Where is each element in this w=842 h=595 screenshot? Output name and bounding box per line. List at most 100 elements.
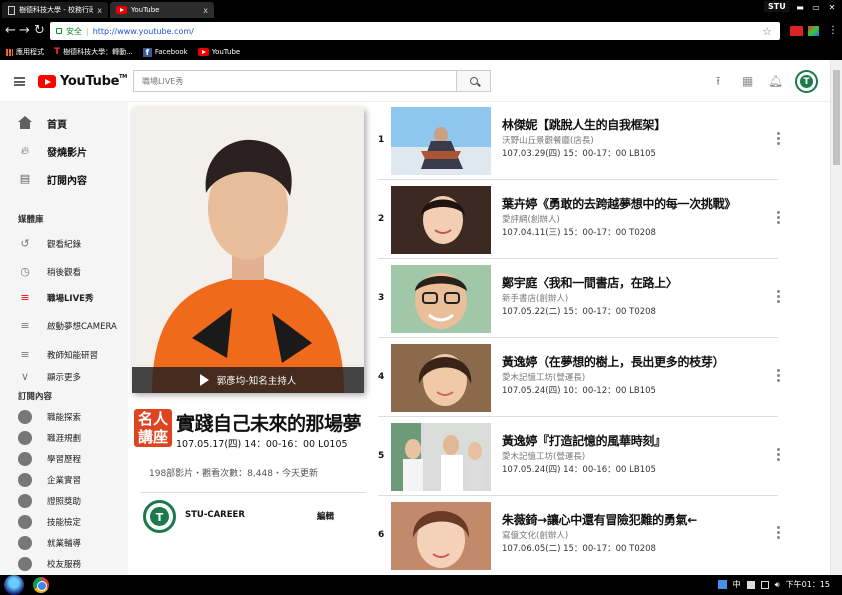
browser-menu-icon[interactable]: ⋮ (828, 26, 838, 36)
search-button[interactable] (456, 70, 491, 92)
youtube-logo[interactable]: YouTubeTM (38, 74, 127, 89)
edit-playlist-button[interactable]: 編輯 (317, 510, 334, 522)
back-arrow-icon[interactable]: ← (5, 22, 16, 40)
playlist-video-item[interactable]: 1 林傑妮【跳脫人生的自我框架】 沃野山丘景觀餐廳(店長) 107.03.29(… (370, 102, 780, 180)
tab-close-icon[interactable]: x (97, 6, 102, 15)
channel-avatar-icon: ◉ (18, 431, 32, 445)
address-bar[interactable]: 安全 | http://www.youtube.com/ ☆ (50, 22, 780, 40)
video-title[interactable]: 鄭宇庭〈我和一間書店，在路上〉 (502, 274, 678, 291)
page-scrollbar[interactable] (830, 60, 842, 575)
bookmark-star-icon[interactable]: ☆ (762, 25, 772, 38)
url-text: http://www.youtube.com/ (92, 26, 194, 36)
apps-grid-icon[interactable]: ▦ (742, 74, 753, 88)
divider (378, 416, 778, 417)
tab-close-icon[interactable]: x (203, 6, 208, 15)
sidebar-subscription-item[interactable]: ⚙ 學習歷程 (0, 448, 128, 470)
playlist-video-item[interactable]: 4 黃逸婷（在夢想的樹上，長出更多的枝芽） 愛木記憶工坊(營運長) 107.05… (370, 339, 780, 417)
bookmark-label: 應用程式 (16, 48, 44, 56)
sidebar-subscription-item[interactable]: ◎ 職能探索 (0, 406, 128, 428)
more-options-icon[interactable] (777, 290, 781, 306)
notifications-bell-icon[interactable]: 🔔︎ (768, 74, 783, 88)
playlist-hero-thumbnail[interactable]: 郭彥均-知名主持人 (132, 108, 364, 393)
gmail-extension-icon[interactable] (790, 26, 803, 36)
sidebar-item-label: 證照獎助 (47, 497, 82, 507)
sidebar-item-watch-later[interactable]: ◷ 稍後觀看 (0, 261, 128, 283)
sidebar-item-label: 就業輔導 (47, 539, 82, 549)
more-options-icon[interactable] (777, 132, 781, 148)
browser-tab-strip: 樹德科技大學 - 校務行政 x YouTube x STU ▬ ▭ ✕ (0, 0, 842, 18)
sidebar-item-playlist-camera[interactable]: ≡ 啟動夢想CAMERA (0, 315, 128, 337)
sidebar-subscription-item[interactable]: $ 證照獎助 (0, 490, 128, 512)
account-avatar[interactable]: T (795, 70, 818, 93)
bookmark-youtube[interactable]: YouTube (197, 48, 240, 56)
sidebar-subscription-item[interactable]: ◐ 技能檢定 (0, 511, 128, 533)
bookmark-apps[interactable]: 應用程式 (6, 47, 44, 57)
subscriptions-icon: ▤ (19, 172, 31, 185)
channel-name[interactable]: STU-CAREER (185, 510, 245, 520)
window-close-icon[interactable]: ✕ (826, 2, 838, 13)
browser-profile-badge[interactable]: STU (764, 1, 790, 12)
network-icon[interactable] (717, 580, 727, 589)
volume-icon[interactable]: 🔊︎ (775, 580, 780, 590)
sidebar-item-playlist-live[interactable]: ≡ 職場LIVE秀 (0, 287, 128, 309)
video-title[interactable]: 林傑妮【跳脫人生的自我框架】 (502, 116, 666, 133)
playlist-video-item[interactable]: 2 葉卉婷《勇敢的去跨越夢想中的每一次挑戰》 愛評網(創辦人) 107.04.1… (370, 181, 780, 259)
video-title[interactable]: 朱薇錡→讓心中還有冒險犯難的勇氣← (502, 511, 697, 528)
more-options-icon[interactable] (777, 526, 781, 542)
more-options-icon[interactable] (777, 211, 781, 227)
video-date: 107.05.24(四) 10：00-12：00 LB105 (502, 386, 656, 396)
bookmark-stu[interactable]: T 樹德科技大學：轉動... (54, 47, 133, 57)
sidebar-item-label: 技能檢定 (47, 518, 82, 528)
bookmark-facebook[interactable]: f Facebook (142, 47, 188, 57)
sidebar-item-label: 顯示更多 (47, 373, 82, 383)
more-options-icon[interactable] (777, 369, 781, 385)
keyboard-icon[interactable] (746, 580, 755, 589)
scrollbar-thumb[interactable] (833, 70, 840, 165)
browser-tab-youtube[interactable]: YouTube x (110, 2, 214, 18)
chrome-taskbar-icon[interactable] (33, 577, 49, 593)
sidebar-item-subscriptions[interactable]: ▤ 訂閱內容 (0, 168, 128, 190)
playlist-video-item[interactable]: 5 黃逸婷『打造記憶的風華時刻』 愛木記憶工坊(營運長) 107.05.24(四… (370, 418, 780, 496)
more-options-icon[interactable] (777, 448, 781, 464)
video-thumbnail[interactable] (391, 423, 491, 491)
sidebar-item-playlist-teacher[interactable]: ≡ 教師知能研習 (0, 344, 128, 366)
windows-start-icon[interactable] (4, 575, 24, 595)
video-thumbnail[interactable] (391, 344, 491, 412)
sidebar-item-history[interactable]: ↺ 觀看紀錄 (0, 233, 128, 255)
video-title[interactable]: 黃逸婷（在夢想的樹上，長出更多的枝芽） (502, 353, 725, 370)
taskbar-clock[interactable]: 下午01：15 (786, 579, 830, 590)
sidebar-subscription-item[interactable]: ◑ 就業輔導 (0, 532, 128, 554)
playlist-stats: 198部影片・觀看次數：8,448・今天更新 (149, 469, 318, 479)
channel-avatar[interactable]: T (143, 500, 176, 533)
video-title[interactable]: 黃逸婷『打造記憶的風華時刻』 (502, 432, 666, 449)
playlist-video-item[interactable]: 3 鄭宇庭〈我和一間書店，在路上〉 新手書店(創辦人) 107.05.22(二)… (370, 260, 780, 338)
sidebar-item-home[interactable]: 首頁 (0, 112, 128, 134)
playlist-video-item[interactable]: 6 朱薇錡→讓心中還有冒險犯難的勇氣← 寫億文化(創辦人) 107.06.05(… (370, 497, 780, 575)
window-restore-icon[interactable]: ▭ (810, 2, 822, 13)
sidebar-subscription-item[interactable]: ☺ 校友服務 (0, 553, 128, 575)
play-all-overlay[interactable]: 郭彥均-知名主持人 (132, 367, 364, 393)
forward-arrow-icon[interactable]: → (19, 22, 30, 40)
video-thumbnail[interactable] (391, 107, 491, 175)
sidebar-item-label: 企業實習 (47, 476, 82, 486)
video-thumbnail[interactable] (391, 265, 491, 333)
sidebar-item-show-more[interactable]: ∨ 顯示更多 (0, 366, 128, 388)
sidebar-subscription-item[interactable]: ◉ 職涯規劃 (0, 427, 128, 449)
video-thumbnail[interactable] (391, 502, 491, 570)
extension-icon[interactable] (808, 26, 819, 36)
hamburger-menu-icon[interactable] (14, 77, 25, 86)
window-minimize-icon[interactable]: ▬ (794, 2, 806, 13)
reload-icon[interactable]: ↻ (34, 22, 45, 40)
search-input[interactable]: 職場LIVE秀 (133, 70, 457, 92)
upload-icon[interactable]: ⭱ (716, 74, 720, 88)
ime-indicator[interactable]: 中 (733, 579, 741, 590)
video-title[interactable]: 葉卉婷《勇敢的去跨越夢想中的每一次挑戰》 (502, 195, 736, 212)
sidebar-subscription-item[interactable]: ● 企業實習 (0, 469, 128, 491)
avatar-letter: T (803, 76, 810, 87)
display-icon[interactable] (760, 580, 769, 589)
masthead: YouTubeTM 職場LIVE秀 ⭱ ▦ 🔔︎ T (0, 60, 830, 102)
browser-tab-school[interactable]: 樹德科技大學 - 校務行政 x (2, 2, 108, 18)
video-thumbnail[interactable] (391, 186, 491, 254)
sidebar-item-trending[interactable]: 🔥︎ 發燒影片 (0, 140, 128, 162)
document-icon (8, 5, 15, 15)
